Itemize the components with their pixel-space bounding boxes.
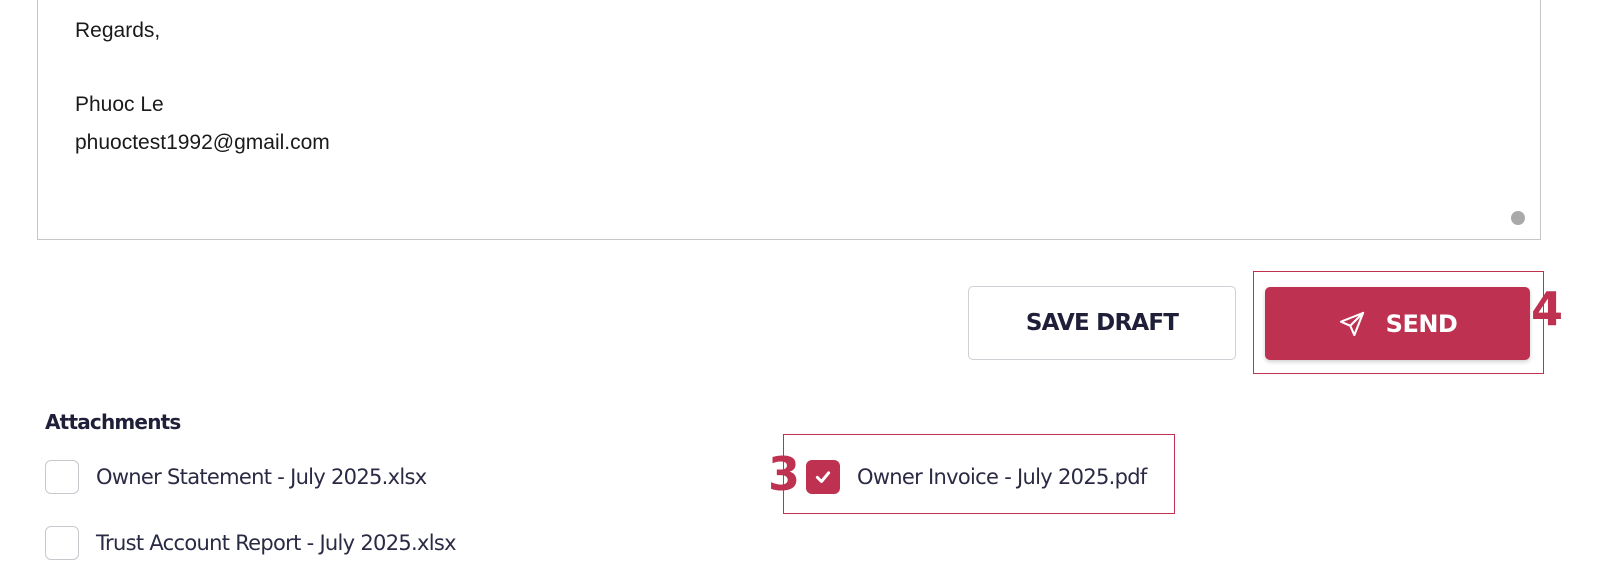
send-label: SEND: [1385, 309, 1458, 338]
attachment-trust-account-report[interactable]: Trust Account Report - July 2025.xlsx: [45, 526, 457, 560]
attachment-checkbox[interactable]: [45, 526, 79, 560]
attachment-label: Trust Account Report - July 2025.xlsx: [96, 531, 457, 555]
paper-plane-icon: [1338, 310, 1366, 338]
save-draft-label: SAVE DRAFT: [1025, 310, 1179, 336]
attachment-owner-invoice[interactable]: Owner Invoice - July 2025.pdf: [806, 460, 1147, 494]
attachment-checkbox-checked[interactable]: [806, 460, 840, 494]
attachment-label: Owner Statement - July 2025.xlsx: [96, 465, 427, 489]
email-compose-footer: Regards, Phuoc Le phuoctest1992@gmail.co…: [0, 0, 1600, 580]
save-draft-button[interactable]: SAVE DRAFT: [968, 286, 1236, 360]
message-line-name: Phuoc Le: [75, 93, 164, 116]
send-button[interactable]: SEND: [1265, 287, 1530, 360]
attachment-checkbox[interactable]: [45, 460, 79, 494]
step-4-marker: 4: [1531, 282, 1564, 336]
attachment-label: Owner Invoice - July 2025.pdf: [857, 465, 1147, 489]
message-body-textarea[interactable]: Regards, Phuoc Le phuoctest1992@gmail.co…: [37, 0, 1541, 240]
step-3-marker: 3: [768, 447, 801, 501]
checkmark-icon: [815, 471, 831, 483]
message-line-regards: Regards,: [75, 19, 161, 42]
attachments-heading: Attachments: [45, 410, 181, 434]
attachment-owner-statement[interactable]: Owner Statement - July 2025.xlsx: [45, 460, 427, 494]
message-line-email: phuoctest1992@gmail.com: [75, 131, 330, 154]
resize-handle-icon[interactable]: [1511, 211, 1525, 225]
